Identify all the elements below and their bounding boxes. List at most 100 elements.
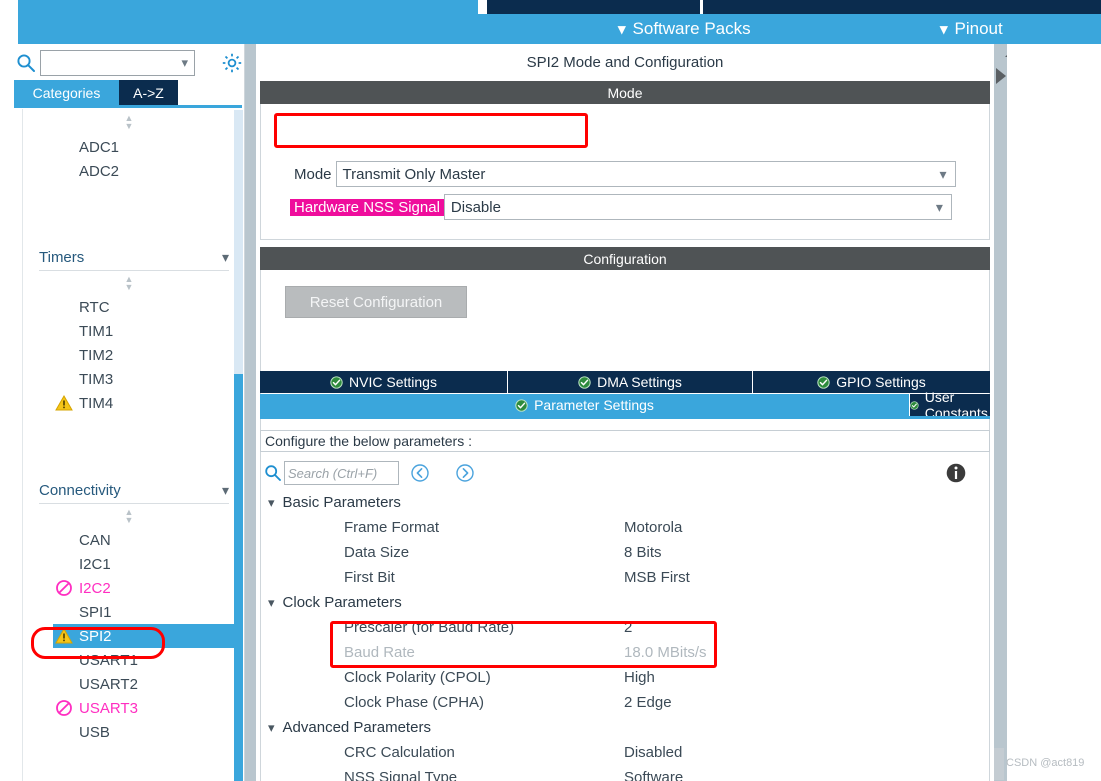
parameter-value: High <box>624 669 655 686</box>
tree-group-label: Connectivity <box>39 482 121 499</box>
tree-item-tim2[interactable]: TIM2 <box>53 343 234 367</box>
tree-item-tim1[interactable]: TIM1 <box>53 319 234 343</box>
sidebar-scrollbar-thumb[interactable] <box>234 374 243 781</box>
parameter-row[interactable]: First Bit MSB First <box>260 565 990 590</box>
tree-item-label: TIM1 <box>79 322 114 340</box>
parameter-name: Prescaler (for Baud Rate) <box>344 619 515 636</box>
parameter-row[interactable]: Frame Format Motorola <box>260 515 990 540</box>
tab-dma-settings[interactable]: DMA Settings <box>508 371 752 393</box>
tab-label: Parameter Settings <box>534 397 654 413</box>
parameter-row[interactable]: Prescaler (for Baud Rate) 2 <box>260 615 990 640</box>
tree-item-rtc[interactable]: RTC <box>53 295 234 319</box>
parameter-list: ▾ Basic Parameters Frame Format Motorola… <box>260 490 990 781</box>
mode-select[interactable]: Transmit Only Master ▾ <box>335 161 956 187</box>
left-splitter[interactable] <box>245 44 256 781</box>
tree-item-label: SPI2 <box>79 627 112 645</box>
parameter-name: Clock Phase (CPHA) <box>344 694 485 711</box>
tree-item-usb[interactable]: USB <box>53 720 234 744</box>
menu-item-label: Pinout <box>954 19 1003 38</box>
hardware-nss-signal-value: Disable <box>450 198 501 216</box>
tree-item-i2c2[interactable]: I2C2 <box>53 576 234 600</box>
check-circle-icon <box>578 375 591 389</box>
menu-item-software-packs[interactable]: ▾ Software Packs <box>618 14 751 44</box>
menu-item-pinout[interactable]: ▾ Pinout <box>940 14 1003 44</box>
tree-item-label: I2C2 <box>79 579 111 597</box>
check-circle-icon <box>515 398 528 412</box>
tree-spinner-adc[interactable]: ▲ ▼ <box>23 113 234 131</box>
tree-item-tim3[interactable]: TIM3 <box>53 367 234 391</box>
configure-parameters-label: Configure the below parameters : <box>265 433 472 449</box>
top-navy-tab-partial[interactable] <box>487 0 700 14</box>
tree-spinner-connectivity[interactable]: ▲ ▼ <box>23 507 234 525</box>
parameter-group-advanced[interactable]: ▾ Advanced Parameters <box>268 715 431 740</box>
reset-configuration-button[interactable]: Reset Configuration <box>285 286 467 318</box>
tree-group-connectivity[interactable]: Connectivity ▾ <box>39 478 229 504</box>
parameter-name: CRC Calculation <box>344 744 455 761</box>
field-label-mode: Mode <box>294 165 332 183</box>
right-splitter[interactable] <box>994 44 1007 781</box>
parameter-search-input[interactable] <box>284 461 399 485</box>
watermark-block <box>994 748 1004 780</box>
circle-right-arrow-icon[interactable] <box>455 463 475 483</box>
parameter-value: Motorola <box>624 519 683 536</box>
tab-categories[interactable]: Categories <box>14 80 119 105</box>
circle-left-arrow-icon[interactable] <box>410 463 430 483</box>
tree-group-timers[interactable]: Timers ▾ <box>39 245 229 271</box>
tree-item-spi1[interactable]: SPI1 <box>53 600 234 624</box>
splitter-collapse-right-icon[interactable] <box>996 68 1006 84</box>
search-icon <box>17 54 35 72</box>
window-top-strip <box>0 0 1101 14</box>
spinner-up-down-icon: ▲ ▼ <box>124 113 134 131</box>
top-blue-band-left <box>18 0 478 14</box>
tree-item-tim4[interactable]: TIM4 <box>53 391 234 415</box>
tab-nvic-settings[interactable]: NVIC Settings <box>260 371 507 393</box>
gear-icon[interactable] <box>220 51 244 75</box>
tree-item-label: USB <box>79 723 110 741</box>
parameter-group-basic[interactable]: ▾ Basic Parameters <box>268 490 401 515</box>
tree-item-spi2[interactable]: SPI2 <box>53 624 234 648</box>
chevron-down-icon: ▾ <box>221 482 229 498</box>
field-row-hardware-nss-signal: Hardware NSS Signal Disable ▾ <box>290 194 952 220</box>
parameter-row[interactable]: Data Size 8 Bits <box>260 540 990 565</box>
section-header-configuration: Configuration <box>260 247 990 270</box>
tree-item-usart3[interactable]: USART3 <box>53 696 234 720</box>
parameter-value: 2 <box>624 619 633 636</box>
tree-item-usart1[interactable]: USART1 <box>53 648 234 672</box>
parameter-value: MSB First <box>624 569 690 586</box>
parameter-search-row <box>260 458 990 490</box>
tree-spinner-timers[interactable]: ▲ ▼ <box>23 274 234 292</box>
info-icon[interactable] <box>945 462 967 484</box>
parameter-value: Disabled <box>624 744 683 761</box>
tree-item-label: TIM3 <box>79 370 114 388</box>
tree-item-adc1[interactable]: ADC1 <box>53 135 234 159</box>
tree-item-can[interactable]: CAN <box>53 528 234 552</box>
tab-label: DMA Settings <box>597 374 682 390</box>
parameter-row[interactable]: Clock Phase (CPHA) 2 Edge <box>260 690 990 715</box>
spinner-up-down-icon: ▲ ▼ <box>124 274 134 292</box>
parameter-row[interactable]: NSS Signal Type Software <box>260 765 990 781</box>
tree-item-i2c1[interactable]: I2C1 <box>53 552 234 576</box>
search-icon <box>265 465 281 481</box>
configure-parameters-note: Configure the below parameters : <box>260 430 990 452</box>
parameter-name: NSS Signal Type <box>344 769 458 781</box>
hardware-nss-signal-select[interactable]: Disable ▾ <box>443 194 952 220</box>
tree-item-usart2[interactable]: USART2 <box>53 672 234 696</box>
parameter-group-label: Clock Parameters <box>282 594 402 611</box>
parameter-value: 2 Edge <box>624 694 672 711</box>
parameter-row[interactable]: CRC Calculation Disabled <box>260 740 990 765</box>
chevron-down-icon: ▾ <box>618 20 626 38</box>
mode-section-body: Mode Transmit Only Master ▾ Hardware NSS… <box>260 104 990 240</box>
tree-item-label: RTC <box>79 298 110 316</box>
tab-user-constants[interactable]: User Constants <box>910 389 990 421</box>
tab-label: NVIC Settings <box>349 374 437 390</box>
tab-label: GPIO Settings <box>836 374 926 390</box>
sidebar-search-combobox[interactable]: ▾ <box>40 50 195 76</box>
tree-item-label: TIM2 <box>79 346 114 364</box>
chevron-down-icon: ▾ <box>935 199 943 215</box>
tab-a-to-z[interactable]: A->Z <box>119 80 178 105</box>
parameter-group-clock[interactable]: ▾ Clock Parameters <box>268 590 402 615</box>
top-navy-tab-partial-2[interactable] <box>703 0 1101 14</box>
tree-item-adc2[interactable]: ADC2 <box>53 159 234 183</box>
tab-parameter-settings[interactable]: Parameter Settings <box>260 394 909 416</box>
parameter-row[interactable]: Clock Polarity (CPOL) High <box>260 665 990 690</box>
